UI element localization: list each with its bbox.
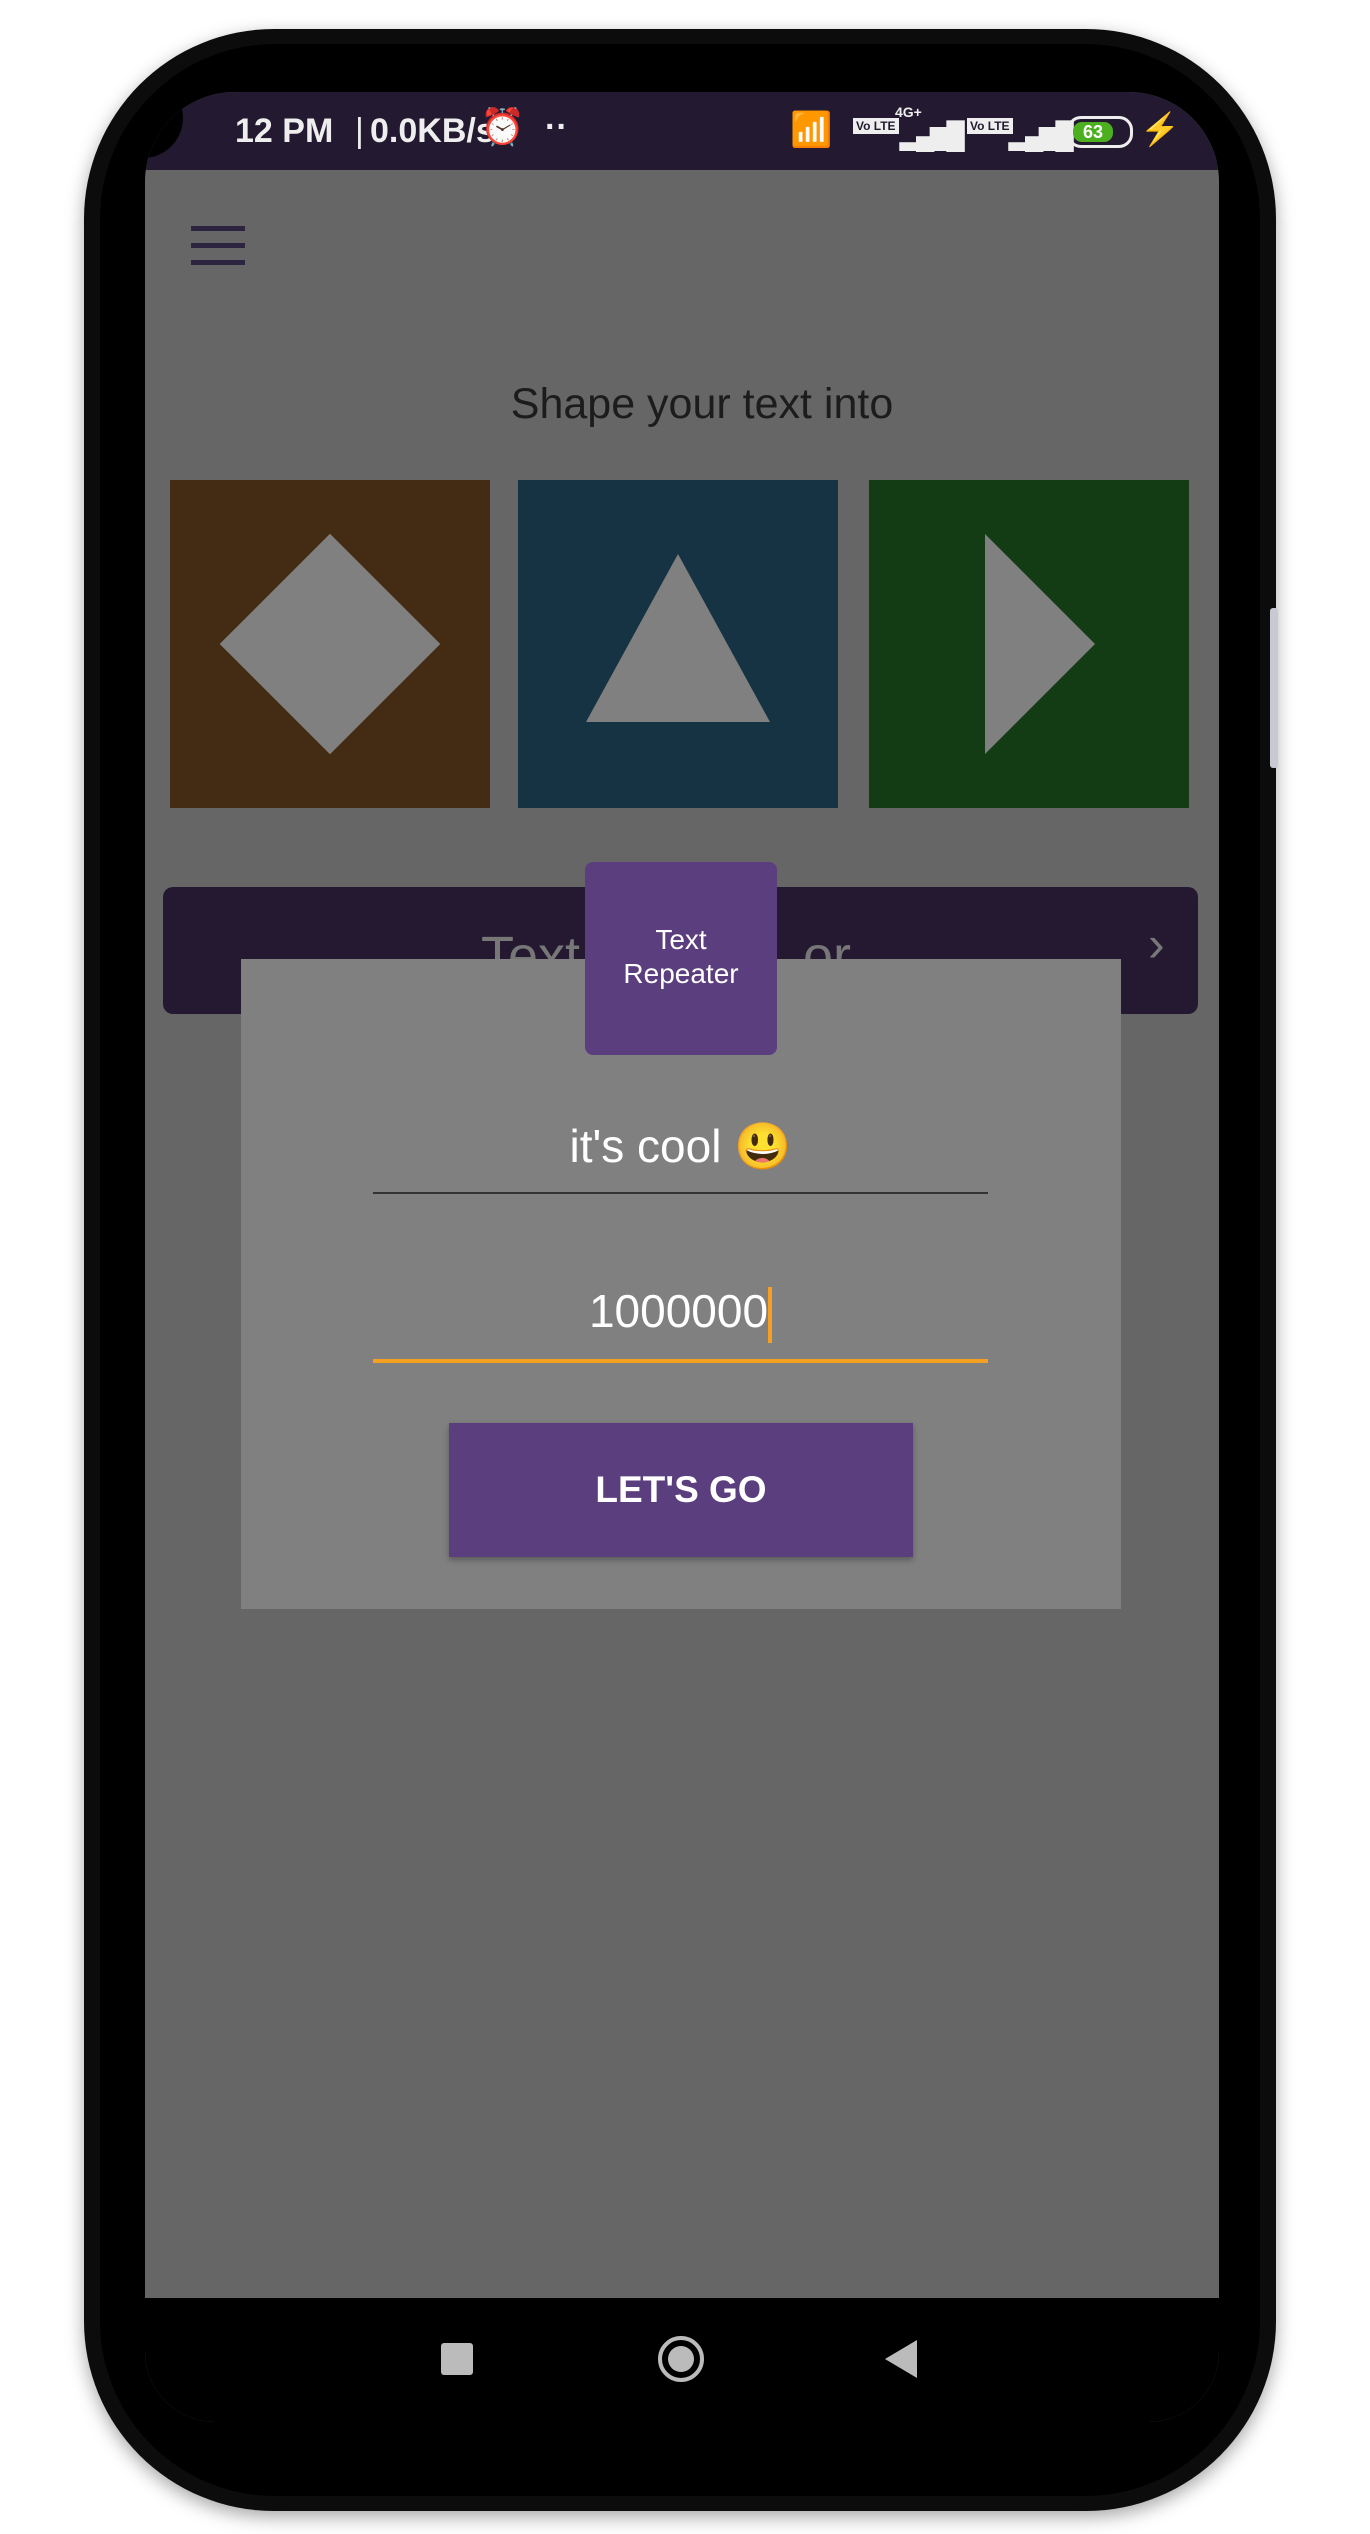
battery-level: 63 — [1073, 122, 1113, 142]
count-input-underline — [373, 1359, 988, 1363]
status-time: 12 PM — [235, 112, 334, 150]
arrow-icon — [985, 534, 1095, 754]
volte-icon: Vo LTE — [853, 118, 899, 134]
back-icon[interactable] — [885, 2340, 917, 2378]
charging-icon: ⚡ — [1140, 111, 1180, 147]
hamburger-icon[interactable] — [191, 226, 245, 266]
chevron-right-icon: › — [1148, 916, 1165, 972]
main-content: Shape your text into Text or › it's cool… — [145, 170, 1219, 2298]
count-input[interactable]: 1000000 — [373, 1284, 988, 1343]
text-input-underline — [373, 1192, 988, 1194]
page-heading: Shape your text into — [510, 380, 894, 428]
lets-go-button[interactable]: LET'S GO — [449, 1423, 913, 1557]
battery-icon: 63 — [1067, 116, 1133, 148]
navigation-bar — [145, 2298, 1219, 2422]
tag-label-line2: Repeater — [623, 958, 739, 989]
more-icon: ·· — [545, 108, 568, 146]
network-type: 4G+ — [895, 104, 922, 120]
text-cursor — [768, 1286, 773, 1343]
volte-icon-2: Vo LTE — [967, 118, 1013, 134]
screen: 12 PM | 0.0KB/s ⏰ ·· 📶 Vo LTE 4G+ ▂▄▆█ V… — [145, 92, 1219, 2422]
alarm-icon: ⏰ — [480, 106, 525, 147]
status-bar: 12 PM | 0.0KB/s ⏰ ·· 📶 Vo LTE 4G+ ▂▄▆█ V… — [145, 92, 1219, 170]
status-speed: 0.0KB/s — [370, 112, 495, 150]
diamond-icon — [219, 533, 441, 755]
repeater-dialog: it's cool 😃 1000000 LET'S GO — [241, 959, 1121, 1609]
triangle-icon — [586, 554, 770, 722]
wifi-icon: 📶 — [790, 111, 833, 149]
recent-apps-icon[interactable] — [441, 2343, 473, 2375]
volume-button — [1270, 608, 1278, 768]
shape-arrow-card[interactable] — [869, 480, 1189, 808]
signal-icon-2: ▂▄▆█ — [1009, 120, 1074, 150]
text-input[interactable]: it's cool 😃 — [373, 1119, 988, 1174]
tag-label-line1: Text — [655, 924, 707, 955]
text-repeater-tag: Text Repeater — [585, 862, 777, 1055]
shape-triangle-card[interactable] — [518, 480, 838, 808]
count-value: 1000000 — [588, 1285, 769, 1337]
home-icon[interactable] — [658, 2336, 704, 2382]
signal-icon: ▂▄▆█ — [900, 120, 965, 150]
shape-diamond-card[interactable] — [170, 480, 490, 808]
